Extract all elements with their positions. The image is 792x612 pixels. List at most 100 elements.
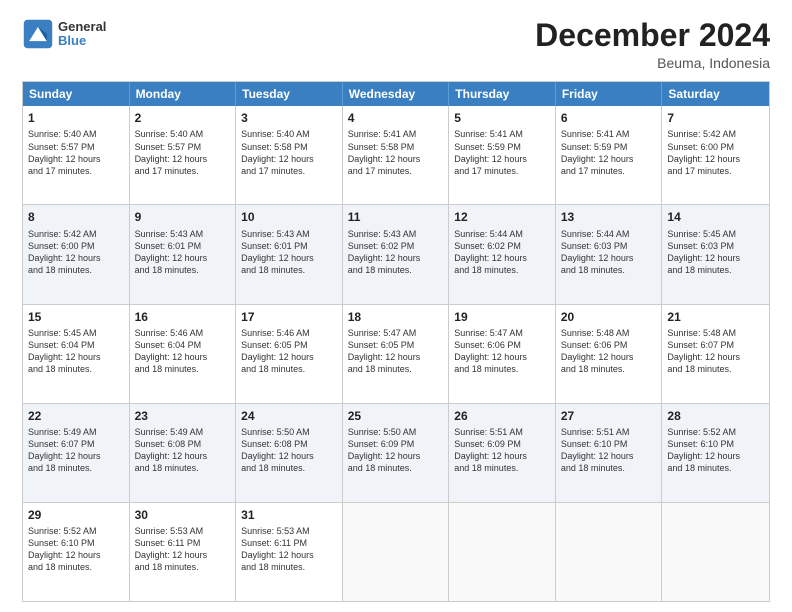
calendar-cell: 3 Sunrise: 5:40 AMSunset: 5:58 PMDaylight… <box>236 106 343 204</box>
cell-info: Sunrise: 5:41 AMSunset: 5:59 PMDaylight:… <box>561 128 657 177</box>
cell-info: Sunrise: 5:52 AMSunset: 6:10 PMDaylight:… <box>667 426 764 475</box>
logo-line2: Blue <box>58 34 106 48</box>
calendar-cell: 26 Sunrise: 5:51 AMSunset: 6:09 PMDayligh… <box>449 404 556 502</box>
calendar-cell: 2Sunrise: 5:40 AMSunset: 5:57 PMDaylight… <box>130 106 237 204</box>
day-number: 14 <box>667 209 764 225</box>
logo-line1: General <box>58 20 106 34</box>
calendar-cell: 16Sunrise: 5:46 AMSunset: 6:04 PMDayligh… <box>130 305 237 403</box>
day-number: 24 <box>241 408 337 424</box>
cell-info: Sunrise: 5:48 AMSunset: 6:07 PMDaylight:… <box>667 327 764 376</box>
day-number: 18 <box>348 309 444 325</box>
cell-info: Sunrise: 5:43 AMSunset: 6:02 PMDaylight:… <box>348 228 444 277</box>
day-number: 25 <box>348 408 444 424</box>
weekday-header: Monday <box>130 82 237 106</box>
day-number: 13 <box>561 209 657 225</box>
calendar-header: SundayMondayTuesdayWednesdayThursdayFrid… <box>23 82 769 106</box>
cell-info: Sunrise: 5:41 AMSunset: 5:58 PMDaylight:… <box>348 128 444 177</box>
cell-info: Sunrise: 5:41 AMSunset: 5:59 PMDaylight:… <box>454 128 550 177</box>
cell-info: Sunrise: 5:45 AMSunset: 6:04 PMDaylight:… <box>28 327 124 376</box>
day-number: 19 <box>454 309 550 325</box>
cell-info: Sunrise: 5:43 AMSunset: 6:01 PMDaylight:… <box>241 228 337 277</box>
calendar-cell: 6 Sunrise: 5:41 AMSunset: 5:59 PMDaylight… <box>556 106 663 204</box>
calendar-cell: 4Sunrise: 5:41 AMSunset: 5:58 PMDaylight… <box>343 106 450 204</box>
calendar-cell: 13 Sunrise: 5:44 AMSunset: 6:03 PMDayligh… <box>556 205 663 303</box>
day-number: 23 <box>135 408 231 424</box>
cell-info: Sunrise: 5:44 AMSunset: 6:03 PMDaylight:… <box>561 228 657 277</box>
calendar: SundayMondayTuesdayWednesdayThursdayFrid… <box>22 81 770 602</box>
calendar-cell: 11Sunrise: 5:43 AMSunset: 6:02 PMDayligh… <box>343 205 450 303</box>
calendar-cell: 17 Sunrise: 5:46 AMSunset: 6:05 PMDayligh… <box>236 305 343 403</box>
day-number: 27 <box>561 408 657 424</box>
cell-info: Sunrise: 5:51 AMSunset: 6:09 PMDaylight:… <box>454 426 550 475</box>
calendar-cell: 24 Sunrise: 5:50 AMSunset: 6:08 PMDayligh… <box>236 404 343 502</box>
cell-info: Sunrise: 5:48 AMSunset: 6:06 PMDaylight:… <box>561 327 657 376</box>
month-title: December 2024 <box>535 18 770 53</box>
day-number: 17 <box>241 309 337 325</box>
day-number: 26 <box>454 408 550 424</box>
day-number: 21 <box>667 309 764 325</box>
calendar-cell <box>449 503 556 601</box>
logo-text: General Blue <box>58 20 106 49</box>
title-block: December 2024 Beuma, Indonesia <box>535 18 770 71</box>
cell-info: Sunrise: 5:50 AMSunset: 6:08 PMDaylight:… <box>241 426 337 475</box>
cell-info: Sunrise: 5:40 AMSunset: 5:57 PMDaylight:… <box>28 128 124 177</box>
cell-info: Sunrise: 5:40 AMSunset: 5:57 PMDaylight:… <box>135 128 231 177</box>
calendar-cell: 1Sunrise: 5:40 AMSunset: 5:57 PMDaylight… <box>23 106 130 204</box>
weekday-header: Friday <box>556 82 663 106</box>
calendar-cell: 12Sunrise: 5:44 AMSunset: 6:02 PMDayligh… <box>449 205 556 303</box>
weekday-header: Saturday <box>662 82 769 106</box>
calendar-cell: 8Sunrise: 5:42 AMSunset: 6:00 PMDaylight… <box>23 205 130 303</box>
calendar-cell: 7 Sunrise: 5:42 AMSunset: 6:00 PMDaylight… <box>662 106 769 204</box>
calendar-cell: 19 Sunrise: 5:47 AMSunset: 6:06 PMDayligh… <box>449 305 556 403</box>
weekday-header: Sunday <box>23 82 130 106</box>
day-number: 3 <box>241 110 337 126</box>
cell-info: Sunrise: 5:43 AMSunset: 6:01 PMDaylight:… <box>135 228 231 277</box>
calendar-cell <box>662 503 769 601</box>
calendar-cell <box>343 503 450 601</box>
page: General Blue December 2024 Beuma, Indone… <box>0 0 792 612</box>
calendar-row: 8Sunrise: 5:42 AMSunset: 6:00 PMDaylight… <box>23 204 769 303</box>
day-number: 9 <box>135 209 231 225</box>
calendar-row: 15 Sunrise: 5:45 AMSunset: 6:04 PMDayligh… <box>23 304 769 403</box>
calendar-cell: 31 Sunrise: 5:53 AMSunset: 6:11 PMDayligh… <box>236 503 343 601</box>
cell-info: Sunrise: 5:49 AMSunset: 6:08 PMDaylight:… <box>135 426 231 475</box>
header: General Blue December 2024 Beuma, Indone… <box>22 18 770 71</box>
calendar-cell: 14 Sunrise: 5:45 AMSunset: 6:03 PMDayligh… <box>662 205 769 303</box>
day-number: 16 <box>135 309 231 325</box>
calendar-cell: 25Sunrise: 5:50 AMSunset: 6:09 PMDayligh… <box>343 404 450 502</box>
calendar-row: 1Sunrise: 5:40 AMSunset: 5:57 PMDaylight… <box>23 106 769 204</box>
cell-info: Sunrise: 5:40 AMSunset: 5:58 PMDaylight:… <box>241 128 337 177</box>
calendar-cell: 18 Sunrise: 5:47 AMSunset: 6:05 PMDayligh… <box>343 305 450 403</box>
day-number: 29 <box>28 507 124 523</box>
cell-info: Sunrise: 5:42 AMSunset: 6:00 PMDaylight:… <box>667 128 764 177</box>
cell-info: Sunrise: 5:53 AMSunset: 6:11 PMDaylight:… <box>135 525 231 574</box>
day-number: 22 <box>28 408 124 424</box>
cell-info: Sunrise: 5:51 AMSunset: 6:10 PMDaylight:… <box>561 426 657 475</box>
cell-info: Sunrise: 5:45 AMSunset: 6:03 PMDaylight:… <box>667 228 764 277</box>
cell-info: Sunrise: 5:46 AMSunset: 6:05 PMDaylight:… <box>241 327 337 376</box>
day-number: 6 <box>561 110 657 126</box>
cell-info: Sunrise: 5:47 AMSunset: 6:05 PMDaylight:… <box>348 327 444 376</box>
calendar-cell: 22 Sunrise: 5:49 AMSunset: 6:07 PMDayligh… <box>23 404 130 502</box>
day-number: 20 <box>561 309 657 325</box>
day-number: 10 <box>241 209 337 225</box>
calendar-row: 22 Sunrise: 5:49 AMSunset: 6:07 PMDayligh… <box>23 403 769 502</box>
calendar-cell: 27 Sunrise: 5:51 AMSunset: 6:10 PMDayligh… <box>556 404 663 502</box>
day-number: 30 <box>135 507 231 523</box>
day-number: 7 <box>667 110 764 126</box>
cell-info: Sunrise: 5:47 AMSunset: 6:06 PMDaylight:… <box>454 327 550 376</box>
calendar-cell: 20 Sunrise: 5:48 AMSunset: 6:06 PMDayligh… <box>556 305 663 403</box>
cell-info: Sunrise: 5:53 AMSunset: 6:11 PMDaylight:… <box>241 525 337 574</box>
logo-icon <box>22 18 54 50</box>
cell-info: Sunrise: 5:42 AMSunset: 6:00 PMDaylight:… <box>28 228 124 277</box>
day-number: 5 <box>454 110 550 126</box>
day-number: 12 <box>454 209 550 225</box>
day-number: 15 <box>28 309 124 325</box>
cell-info: Sunrise: 5:49 AMSunset: 6:07 PMDaylight:… <box>28 426 124 475</box>
calendar-cell: 23 Sunrise: 5:49 AMSunset: 6:08 PMDayligh… <box>130 404 237 502</box>
day-number: 31 <box>241 507 337 523</box>
calendar-cell: 5 Sunrise: 5:41 AMSunset: 5:59 PMDaylight… <box>449 106 556 204</box>
calendar-cell: 30 Sunrise: 5:53 AMSunset: 6:11 PMDayligh… <box>130 503 237 601</box>
day-number: 28 <box>667 408 764 424</box>
weekday-header: Tuesday <box>236 82 343 106</box>
